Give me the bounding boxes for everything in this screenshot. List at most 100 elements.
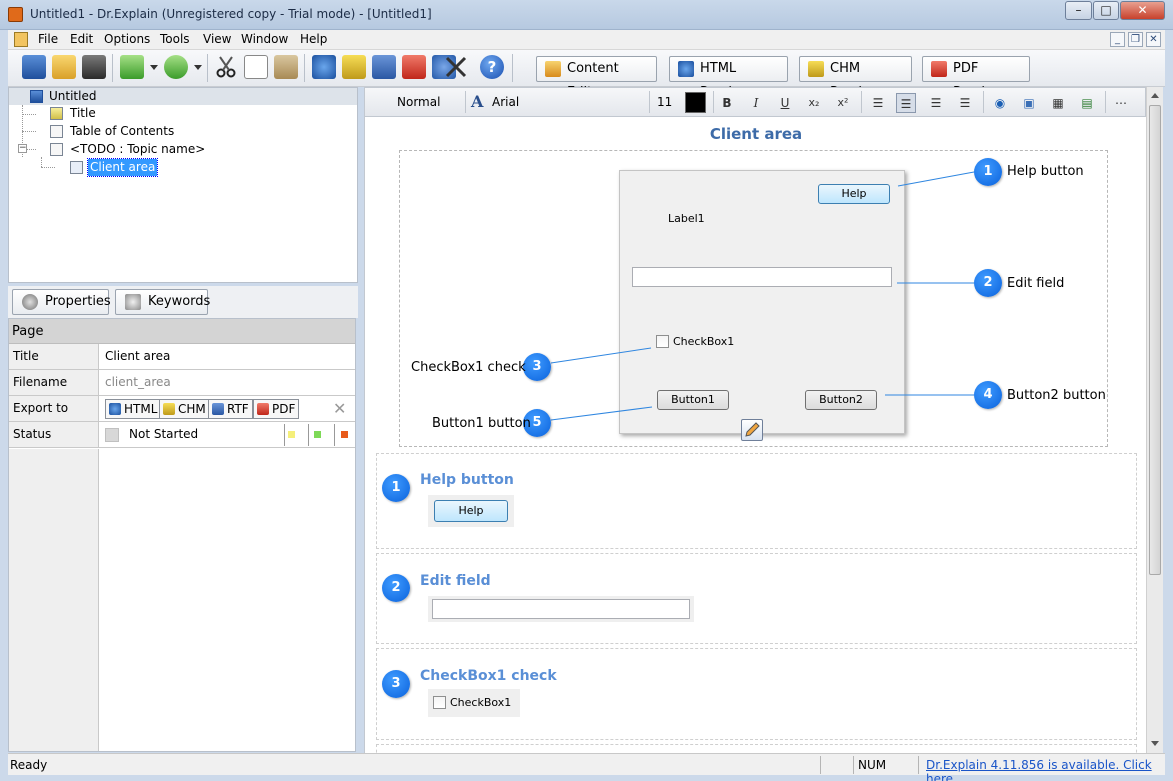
window-icon: [70, 161, 83, 174]
scroll-down-icon[interactable]: [1151, 741, 1159, 746]
add-topic-dropdown-icon[interactable]: [150, 65, 158, 70]
status-urgent-marker[interactable]: [341, 431, 348, 438]
help-icon[interactable]: ?: [480, 55, 504, 79]
checkbox-icon: [656, 335, 669, 348]
topic-2-title[interactable]: Edit field: [420, 573, 491, 589]
topic-1-marker: 1: [382, 474, 410, 502]
insert-image-icon[interactable]: ▣: [1019, 93, 1039, 113]
menu-options[interactable]: Options: [104, 32, 150, 46]
menu-view[interactable]: View: [203, 32, 231, 46]
insert-link-icon[interactable]: ◉: [990, 93, 1010, 113]
export-html-icon[interactable]: [312, 55, 336, 79]
topic-3-title[interactable]: CheckBox1 check: [420, 668, 557, 684]
document-icon[interactable]: [14, 32, 28, 47]
tools-icon[interactable]: [444, 55, 468, 79]
underline-icon[interactable]: U: [775, 93, 795, 113]
font-size-select[interactable]: 11: [657, 95, 672, 109]
font-select[interactable]: Arial: [492, 95, 519, 109]
topic-1-help-button-image: Help: [434, 500, 508, 522]
clear-export-icon[interactable]: ✕: [333, 399, 346, 418]
align-right-icon[interactable]: ☰: [926, 93, 946, 113]
pdf-preview-icon: [931, 61, 947, 77]
add-topic-icon[interactable]: [120, 55, 144, 79]
status-in-progress-marker[interactable]: [288, 431, 295, 438]
text-color-swatch[interactable]: [685, 92, 706, 113]
export-rtf-icon[interactable]: [372, 55, 396, 79]
property-filename-row: Filename client_area: [9, 370, 355, 396]
align-center-icon[interactable]: ☰: [896, 93, 916, 113]
menu-edit[interactable]: Edit: [70, 32, 93, 46]
dialog-edit-field[interactable]: [632, 267, 892, 287]
dialog-button2[interactable]: Button2: [805, 390, 877, 410]
property-status-value[interactable]: Not Started: [129, 422, 198, 447]
update-available-link[interactable]: Dr.Explain 4.11.856 is available. Click …: [926, 758, 1165, 781]
callout-3[interactable]: 3: [523, 353, 551, 381]
dialog-button1[interactable]: Button1: [657, 390, 729, 410]
property-filename-label: Filename: [9, 370, 99, 395]
window-title: Untitled1 - Dr.Explain (Unregistered cop…: [30, 7, 432, 21]
subscript-icon[interactable]: x₂: [804, 93, 824, 113]
add-child-dropdown-icon[interactable]: [194, 65, 202, 70]
status-done-marker[interactable]: [314, 431, 321, 438]
callout-2[interactable]: 2: [974, 269, 1002, 297]
tree-item-root[interactable]: Untitled: [9, 88, 357, 105]
maximize-button[interactable]: □: [1093, 1, 1119, 20]
font-icon: A: [471, 92, 484, 111]
insert-table-icon[interactable]: ▤: [1077, 93, 1097, 113]
chm-preview-button[interactable]: CHM Preview: [799, 56, 912, 100]
callout-1[interactable]: 1: [974, 158, 1002, 186]
export-html-toggle[interactable]: HTML: [105, 399, 162, 419]
collapse-icon[interactable]: −: [18, 144, 27, 153]
add-child-icon[interactable]: [164, 55, 188, 79]
paste-icon[interactable]: [274, 55, 298, 79]
menu-help[interactable]: Help: [300, 32, 327, 46]
tree-root-label: Untitled: [49, 89, 97, 103]
html-preview-button[interactable]: HTML Preview: [669, 56, 788, 100]
edit-screenshot-icon[interactable]: [741, 419, 763, 441]
export-pdf-toggle[interactable]: PDF: [253, 399, 300, 419]
editor-scrollbar[interactable]: [1146, 87, 1163, 753]
property-filename-value[interactable]: client_area: [105, 370, 171, 395]
more-options-icon[interactable]: ⋯: [1111, 93, 1131, 113]
align-left-icon[interactable]: ☰: [868, 93, 888, 113]
justify-icon[interactable]: ☰: [955, 93, 975, 113]
insert-video-icon[interactable]: ▦: [1048, 93, 1068, 113]
dialog-checkbox1-label: CheckBox1: [673, 335, 735, 348]
scroll-thumb[interactable]: [1149, 105, 1161, 575]
cut-icon[interactable]: [214, 55, 238, 79]
status-swatch: [105, 428, 119, 442]
export-chm-toggle[interactable]: CHM: [159, 399, 210, 419]
minimize-button[interactable]: –: [1065, 1, 1092, 20]
topic-1-title[interactable]: Help button: [420, 472, 514, 488]
checkbox-icon: [433, 696, 446, 709]
content-editor-button[interactable]: Content Editor: [536, 56, 657, 100]
callout-4[interactable]: 4: [974, 381, 1002, 409]
dialog-help-button[interactable]: Help: [818, 184, 890, 204]
scroll-up-icon[interactable]: [1151, 93, 1159, 98]
mdi-minimize-button[interactable]: _: [1110, 32, 1125, 47]
new-project-icon[interactable]: [22, 55, 46, 79]
menu-file[interactable]: File: [38, 32, 58, 46]
tab-properties[interactable]: Properties: [12, 289, 111, 315]
mdi-close-button[interactable]: ✕: [1146, 32, 1161, 47]
dialog-checkbox1[interactable]: CheckBox1: [656, 335, 734, 348]
save-icon[interactable]: [82, 55, 106, 79]
bold-icon[interactable]: B: [717, 93, 737, 113]
superscript-icon[interactable]: x²: [833, 93, 853, 113]
tab-keywords[interactable]: Keywords: [115, 289, 210, 315]
menu-window[interactable]: Window: [241, 32, 288, 46]
open-icon[interactable]: [52, 55, 76, 79]
mdi-restore-button[interactable]: ❐: [1128, 32, 1143, 47]
property-title-value[interactable]: Client area: [105, 344, 170, 369]
menu-tools[interactable]: Tools: [160, 32, 190, 46]
copy-icon[interactable]: [244, 55, 268, 79]
pdf-preview-button[interactable]: PDF Preview: [922, 56, 1030, 100]
content-editor[interactable]: Client area Help Label1 CheckBox1 Button…: [364, 117, 1146, 753]
export-pdf-icon[interactable]: [402, 55, 426, 79]
export-rtf-toggle[interactable]: RTF: [208, 399, 253, 419]
paragraph-style-select[interactable]: Normal: [397, 95, 440, 109]
italic-icon[interactable]: I: [746, 93, 766, 113]
close-button[interactable]: ✕: [1120, 1, 1165, 20]
page-icon: [50, 107, 63, 120]
export-chm-icon[interactable]: [342, 55, 366, 79]
